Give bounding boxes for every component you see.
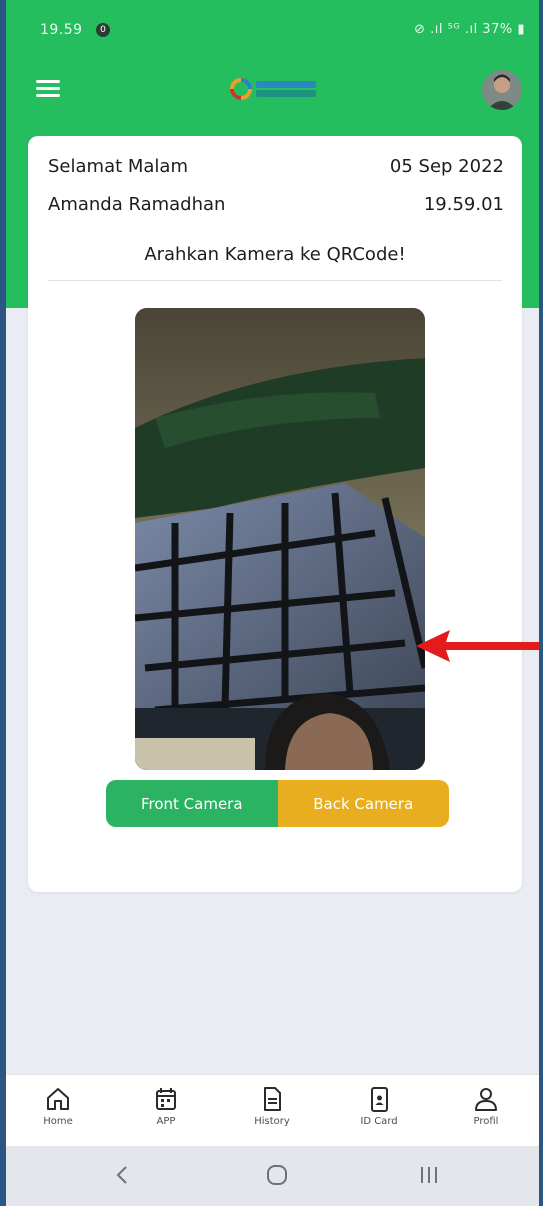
greeting-row: Selamat Malam 05 Sep 2022 [48, 156, 504, 177]
calendar-icon [156, 1088, 176, 1110]
document-icon [264, 1087, 281, 1111]
id-card-icon [371, 1087, 388, 1112]
camera-preview[interactable] [135, 308, 425, 770]
nav-label-home: Home [43, 1116, 73, 1127]
scan-instruction: Arahkan Kamera ke QRCode! [144, 244, 406, 265]
app-bar [6, 66, 539, 114]
notification-badge-icon: 0 [96, 23, 110, 37]
home-circle-icon[interactable] [257, 1160, 297, 1190]
status-bar: 19.59 0 ⊘ .ıl ⁵ᴳ .ıl 37% ▮ [6, 20, 539, 46]
nav-label-app: APP [156, 1116, 176, 1127]
recents-icon[interactable] [409, 1160, 449, 1190]
user-avatar[interactable] [482, 70, 522, 110]
camera-toggle: Front Camera Back Camera [106, 780, 449, 827]
home-icon [47, 1088, 69, 1110]
hamburger-menu-icon[interactable] [36, 80, 60, 98]
phone-screen: 19.59 0 ⊘ .ıl ⁵ᴳ .ıl 37% ▮ Selamat Malam… [6, 0, 539, 1206]
nav-label-profil: Profil [473, 1116, 499, 1127]
back-icon[interactable] [102, 1160, 142, 1190]
nav-label-history: History [254, 1116, 290, 1127]
profile-icon [475, 1088, 497, 1111]
nav-item-id-card[interactable]: ID Card [339, 1085, 419, 1127]
attendance-card: Selamat Malam 05 Sep 2022 Amanda Ramadha… [28, 136, 522, 892]
user-row: Amanda Ramadhan 19.59.01 [48, 194, 504, 215]
status-time: 19.59 [40, 22, 83, 38]
nav-item-profil[interactable]: Profil [446, 1085, 526, 1127]
nav-label-id-card: ID Card [360, 1116, 398, 1127]
nav-item-history[interactable]: History [232, 1085, 312, 1127]
app-logo-icon [228, 76, 320, 102]
greeting-text: Selamat Malam [48, 156, 189, 177]
bottom-nav: Home APP History ID Card Profil [6, 1074, 539, 1147]
nav-item-app[interactable]: APP [126, 1085, 206, 1127]
clock-text: 19.59.01 [423, 194, 504, 215]
nav-item-home[interactable]: Home [18, 1085, 98, 1127]
divider [48, 280, 502, 281]
status-indicators: ⊘ .ıl ⁵ᴳ .ıl 37% ▮ [414, 22, 525, 37]
front-camera-button[interactable]: Front Camera [106, 780, 278, 827]
date-text: 05 Sep 2022 [389, 156, 504, 177]
red-arrow-icon [416, 630, 539, 662]
user-name: Amanda Ramadhan [48, 194, 226, 215]
system-nav-bar [6, 1146, 539, 1206]
back-camera-button[interactable]: Back Camera [277, 780, 449, 827]
